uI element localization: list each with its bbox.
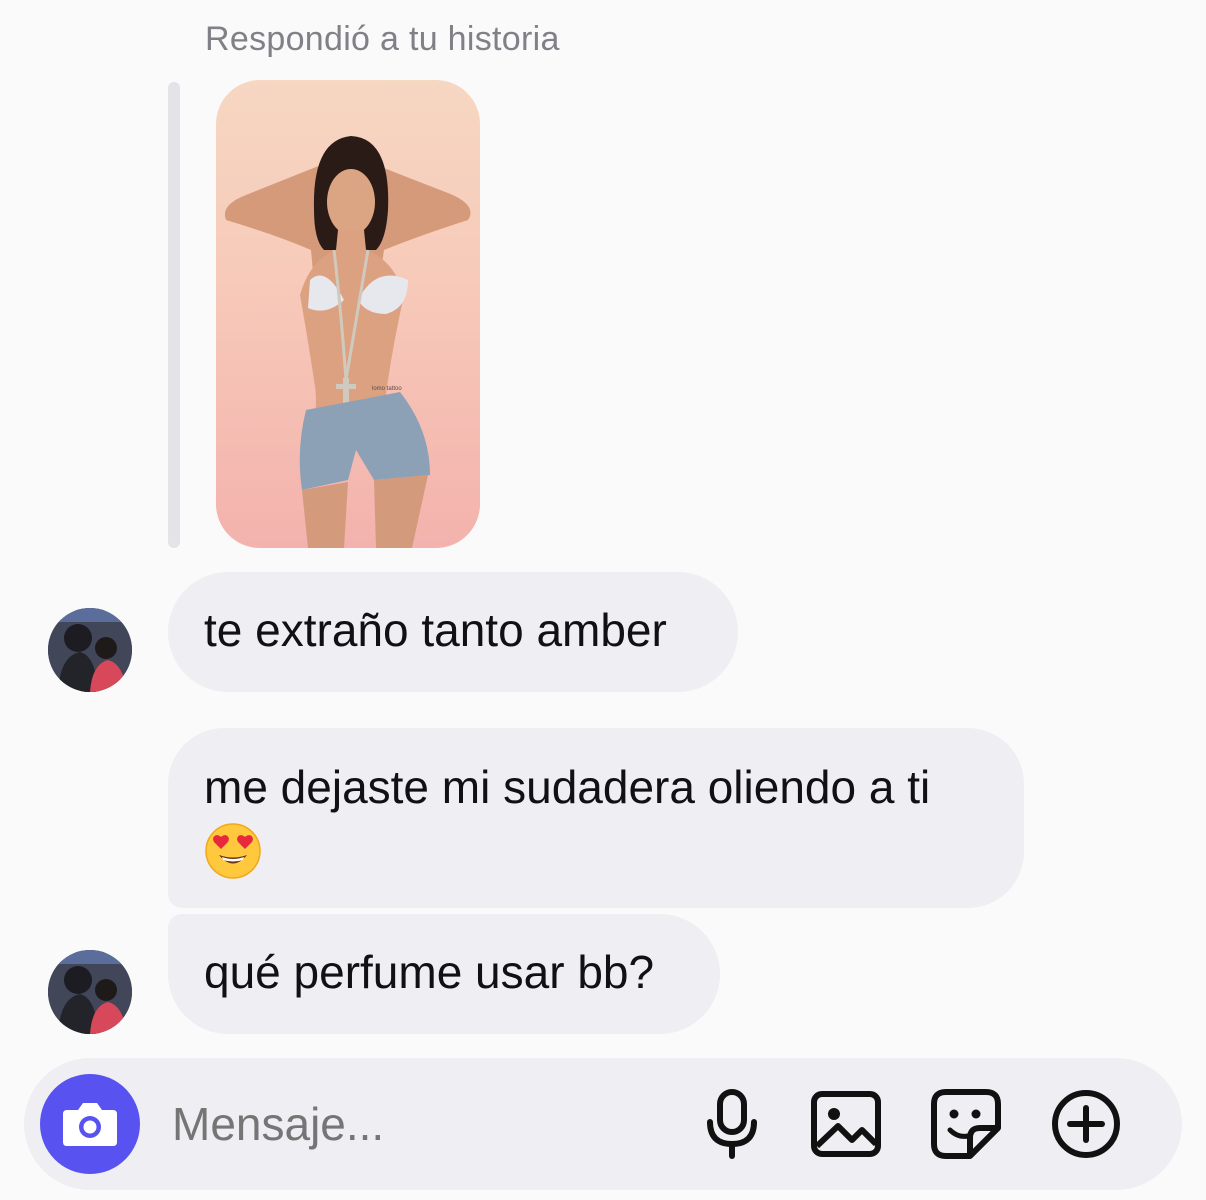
chat-screen: Respondió a tu historia lomo tattoo te e… — [0, 0, 1206, 1200]
camera-button[interactable] — [40, 1074, 140, 1174]
plus-icon[interactable] — [1048, 1086, 1124, 1162]
heart-eyes-emoji — [205, 823, 261, 879]
message-bubble[interactable]: te extraño tanto amber — [168, 572, 738, 692]
tattoo-text: lomo tattoo — [372, 386, 402, 392]
message-bubble[interactable]: me dejaste mi sudadera oliendo a ti — [168, 728, 1024, 908]
sender-avatar[interactable] — [48, 950, 132, 1034]
sender-avatar[interactable] — [48, 608, 132, 692]
camera-icon — [63, 1103, 117, 1146]
image-icon[interactable] — [808, 1086, 884, 1162]
avatar-photo — [48, 950, 132, 1034]
microphone-icon[interactable] — [694, 1086, 770, 1162]
message-composer — [24, 1058, 1182, 1190]
avatar-photo — [48, 608, 132, 692]
story-reply-caption: Respondió a tu historia — [205, 20, 560, 58]
reply-indicator-bar — [168, 82, 180, 548]
story-thumbnail[interactable]: lomo tattoo — [216, 80, 480, 548]
message-text: me dejaste mi sudadera oliendo a ti — [204, 761, 931, 813]
sticker-icon[interactable] — [928, 1086, 1004, 1162]
message-bubble[interactable]: qué perfume usar bb? — [168, 914, 720, 1034]
story-photo: lomo tattoo — [224, 136, 471, 548]
message-input[interactable] — [170, 1096, 674, 1152]
